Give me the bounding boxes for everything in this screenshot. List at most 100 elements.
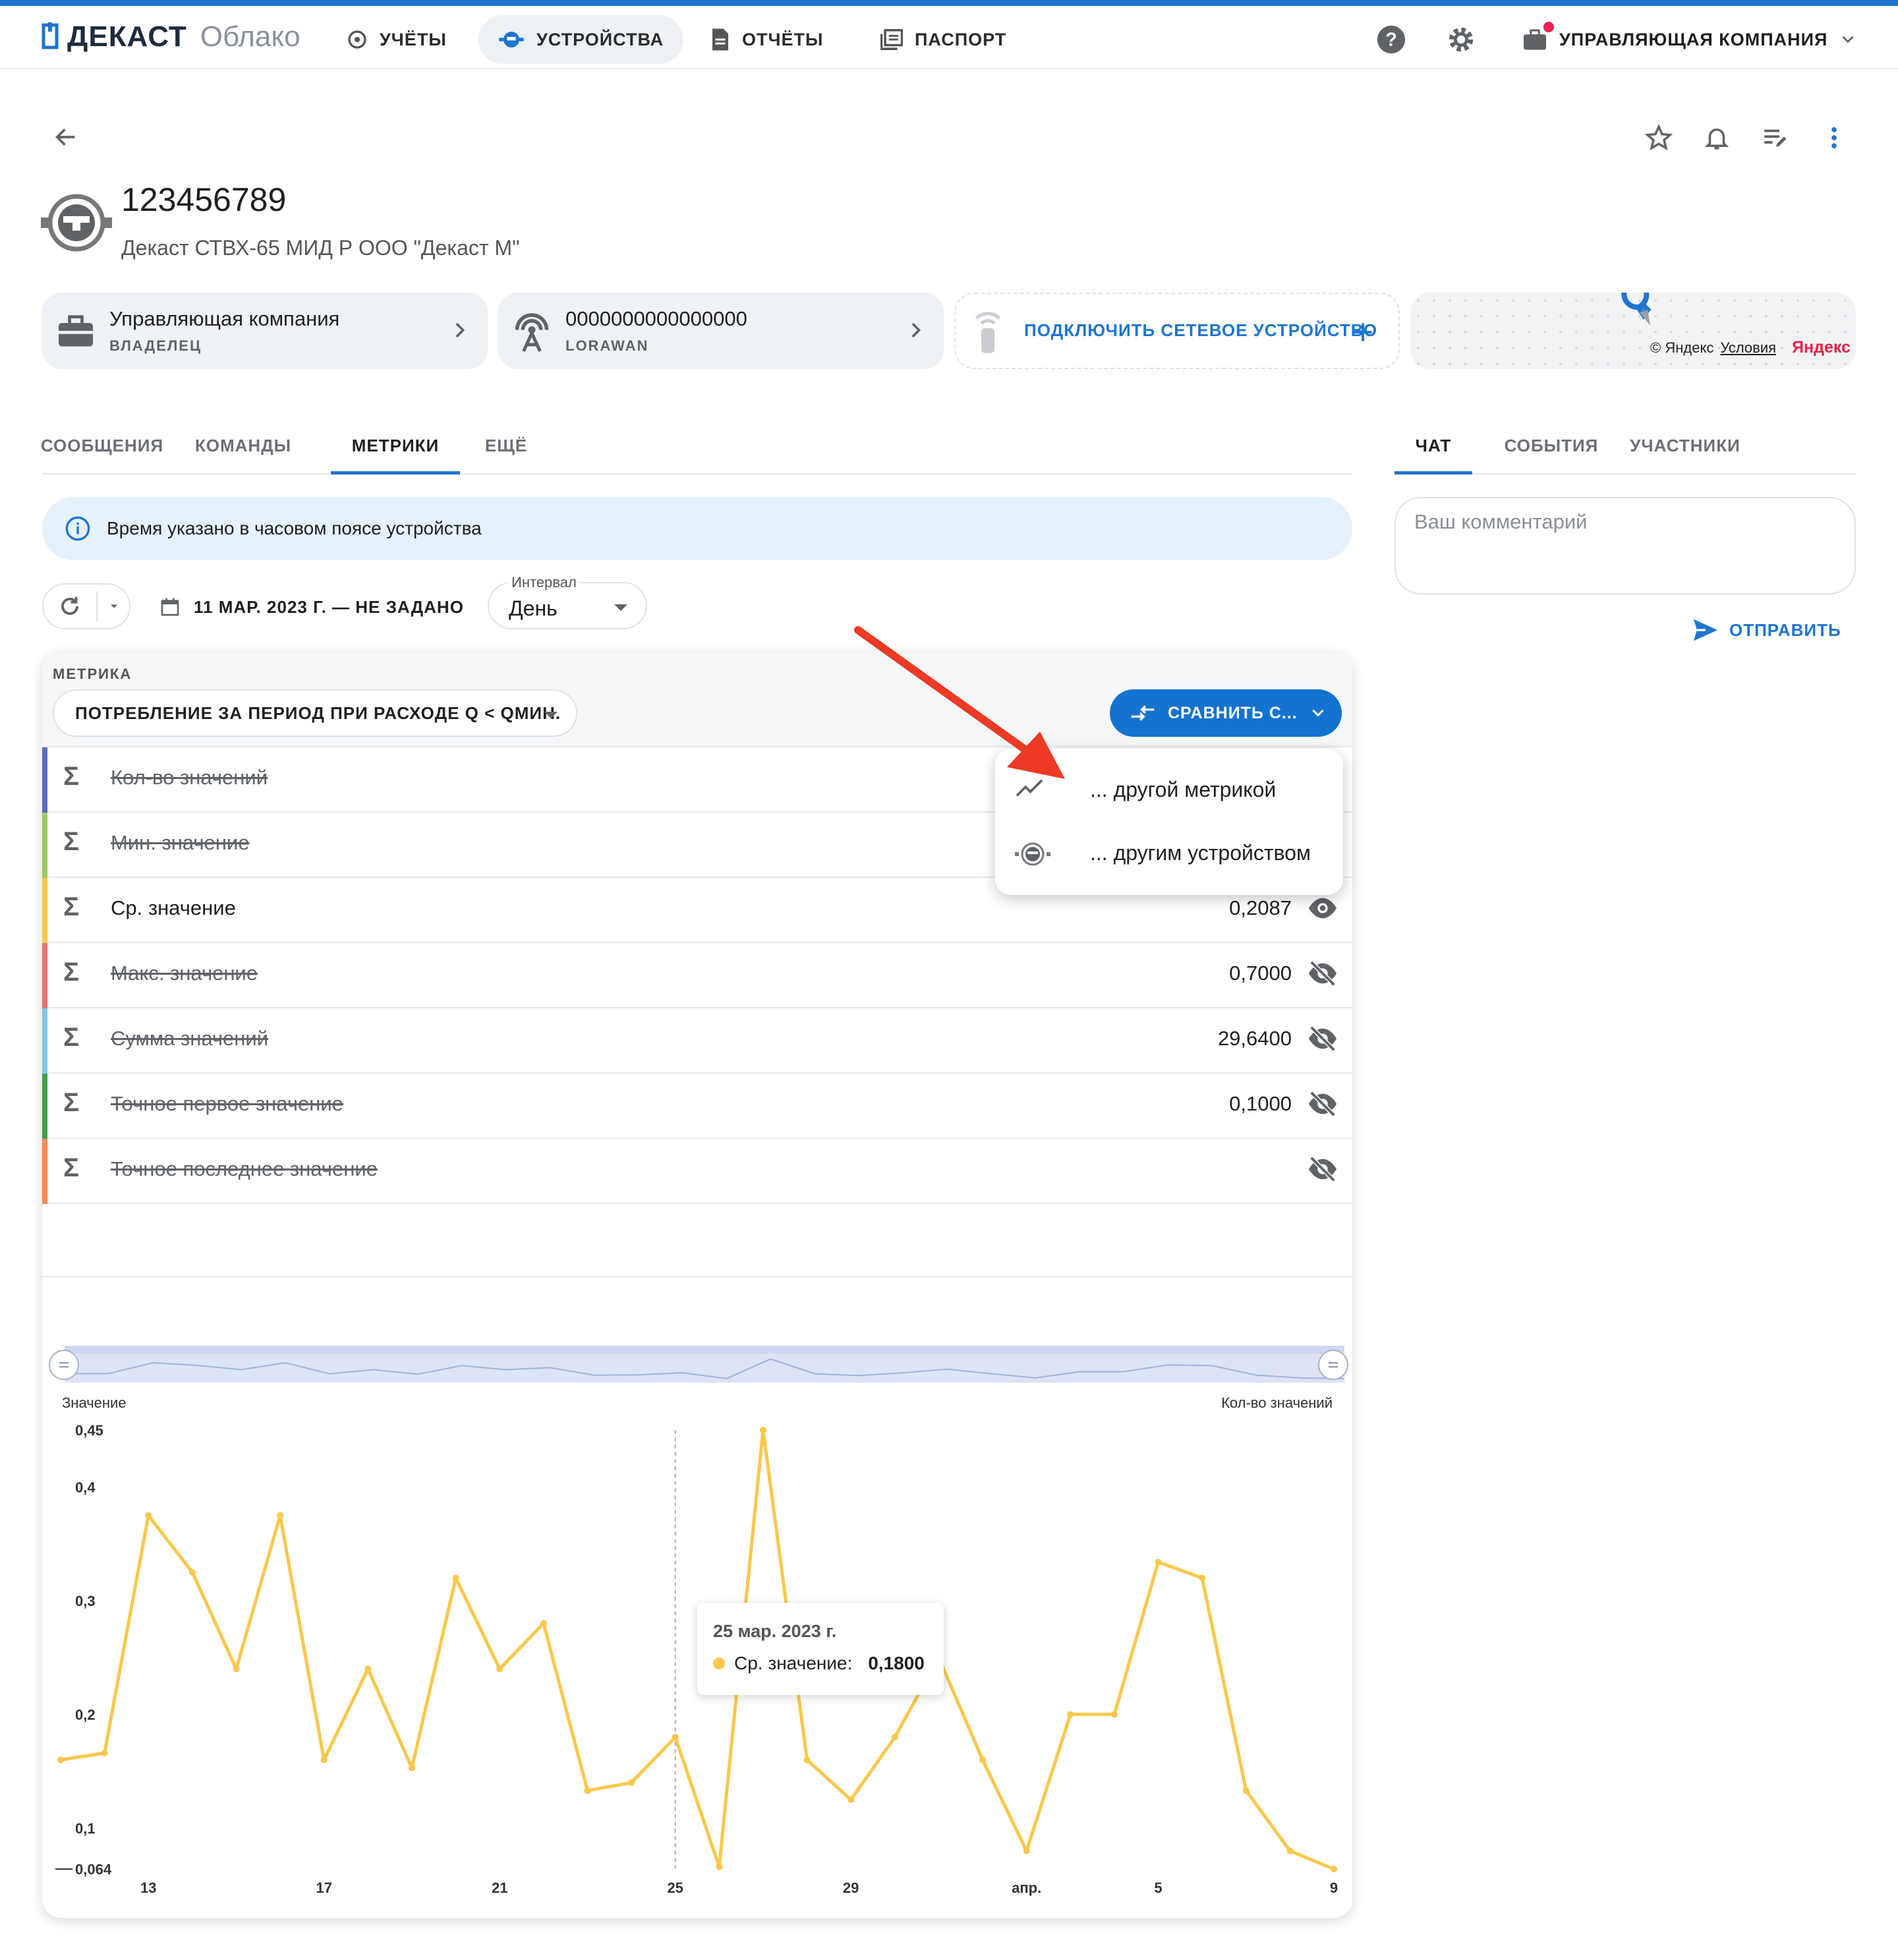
data-point [759,1427,766,1433]
data-point [188,1569,196,1576]
active-tab-indicator [331,471,460,475]
map-pin-icon [1621,293,1652,326]
eye-off-icon[interactable] [1308,1025,1338,1052]
data-point [979,1756,987,1764]
tab-participants[interactable]: УЧАСТНИКИ [1620,417,1750,475]
caret-down-icon [544,712,558,718]
compare-button[interactable]: СРАВНИТЬ С... [1110,689,1342,737]
tab-chat[interactable]: ЧАТ [1395,417,1472,475]
edit-notes-button[interactable] [1757,120,1793,156]
stat-row: Σ Макс. значение 0,7000 [42,943,1352,1008]
comment-input[interactable]: Ваш комментарий [1395,497,1856,594]
refresh-split-button [42,583,130,629]
send-button[interactable]: ОТПРАВИТЬ [1692,616,1841,645]
calendar-icon [161,598,179,616]
map-terms-link[interactable]: Условия [1720,339,1776,357]
x-tick-label: апр. [1012,1880,1041,1896]
settings-button[interactable] [1446,15,1476,64]
stat-color-stripe [42,813,47,878]
help-icon: ? [1377,25,1406,54]
top-accent-line [0,0,1898,6]
tab-metrics[interactable]: МЕТРИКИ [331,417,460,475]
map-brand: Яндекс [1792,338,1851,357]
more-menu-button[interactable] [1816,120,1852,156]
brand-name: ДЕКАСТ [67,20,187,53]
compare-with-device-item[interactable]: ... другим устройством [995,821,1343,884]
brand-mark-icon [42,22,59,49]
tab-commands[interactable]: КОМАНДЫ [194,417,293,475]
chart-tooltip: 25 мар. 2023 г. Ср. значение: 0,1800 [697,1603,944,1695]
data-point [452,1574,459,1582]
nav-accounts[interactable]: УЧЁТЫ [327,15,467,64]
nav-passport-label: ПАСПОРТ [915,29,1007,49]
tab-messages[interactable]: СООБЩЕНИЯ [41,417,163,475]
data-point [716,1863,723,1870]
tooltip-series-name: Ср. значение: [734,1653,853,1673]
map-copyright: © Яндекс [1650,339,1714,356]
navigator-left-handle[interactable] [49,1350,79,1380]
notifications-button[interactable] [1699,120,1735,156]
data-point [277,1512,284,1519]
stat-name: Кол-во значений [111,766,268,789]
navigator-scrollbar[interactable] [65,1346,1344,1354]
timezone-info-banner: Время указано в часовом поясе устройства [42,497,1352,560]
nav-passport[interactable]: ПАСПОРТ [861,15,1026,64]
favorite-button[interactable] [1641,120,1677,156]
stat-row: Σ Точное последнее значение [42,1139,1352,1204]
eye-icon[interactable] [1308,895,1338,921]
sigma-icon: Σ [63,892,80,921]
tab-events[interactable]: СОБЫТИЯ [1492,417,1611,475]
stat-name: Макс. значение [111,962,258,985]
back-button[interactable] [49,120,83,154]
svg-text:?: ? [1385,30,1397,51]
connect-network-device-card[interactable]: ПОДКЛЮЧИТЬ СЕТЕВОЕ УСТРОЙСТВО [954,293,1400,369]
network-card[interactable]: 0000000000000000 LORAWAN [498,293,944,369]
stat-name: Точное первое значение [111,1092,343,1115]
nav-reports[interactable]: ОТЧЁТЫ [691,15,843,64]
antenna-icon [515,313,549,353]
drag-handle-icon [59,1362,69,1368]
tab-more[interactable]: ЕЩЁ [474,417,538,475]
gear-icon [1449,27,1474,52]
stat-value: 29,6400 [1217,1027,1292,1050]
top-navigation: ДЕКАСТ Облако УЧЁТЫ УСТРОЙСТВА ОТЧЁТЫ ПА… [0,6,1898,69]
compare-with-metric-label: ... другой метрикой [1090,778,1277,801]
zoom-navigator[interactable] [65,1346,1344,1383]
x-tick-label: 17 [316,1880,331,1896]
refresh-button[interactable] [43,585,96,628]
eye-off-icon[interactable] [1308,1156,1338,1182]
eye-off-icon[interactable] [1308,1091,1338,1117]
y-tick-label: 0,2 [75,1706,96,1723]
briefcase-icon [59,315,93,347]
y-tick-label: 0,3 [75,1593,96,1609]
date-range-picker[interactable]: 11 МАР. 2023 Г. — НЕ ЗАДАНО [159,587,464,627]
company-menu[interactable]: УПРАВЛЯЮЩАЯ КОМПАНИЯ [1522,15,1856,64]
metric-select[interactable]: ПОТРЕБЛЕНИЕ ЗА ПЕРИОД ПРИ РАСХОДЕ Q < QМ… [53,689,577,737]
eye-off-icon[interactable] [1308,960,1338,987]
navigator-right-handle[interactable] [1318,1350,1348,1380]
brand-logo[interactable]: ДЕКАСТ Облако [41,18,301,56]
map-attribution: © Яндекс Условия Яндекс [1650,338,1851,357]
stat-name: Ср. значение [111,896,236,919]
active-side-tab-indicator [1395,471,1472,475]
refresh-options-button[interactable] [98,585,130,628]
nav-devices[interactable]: УСТРОЙСТВА [478,15,684,64]
map-card[interactable]: © Яндекс Условия Яндекс [1410,293,1856,369]
stat-name: Точное последнее значение [111,1157,378,1180]
bell-icon [1704,129,1729,150]
device-avatar [41,191,112,254]
help-button[interactable]: ? [1376,15,1406,64]
data-point [891,1733,898,1741]
interval-select[interactable]: Интервал День [488,574,647,629]
brand-subname: Облако [200,20,301,53]
data-point [672,1733,679,1741]
owner-card[interactable]: Управляющая компания ВЛАДЕЛЕЦ [42,293,488,369]
data-point [1199,1574,1206,1582]
data-point [1286,1847,1294,1855]
stat-color-stripe [42,1074,47,1139]
navigator-line [65,1358,1344,1379]
tooltip-series-dot [713,1657,725,1669]
sigma-icon: Σ [63,1088,80,1117]
meter-icon [499,32,524,47]
star-icon [1645,124,1673,151]
